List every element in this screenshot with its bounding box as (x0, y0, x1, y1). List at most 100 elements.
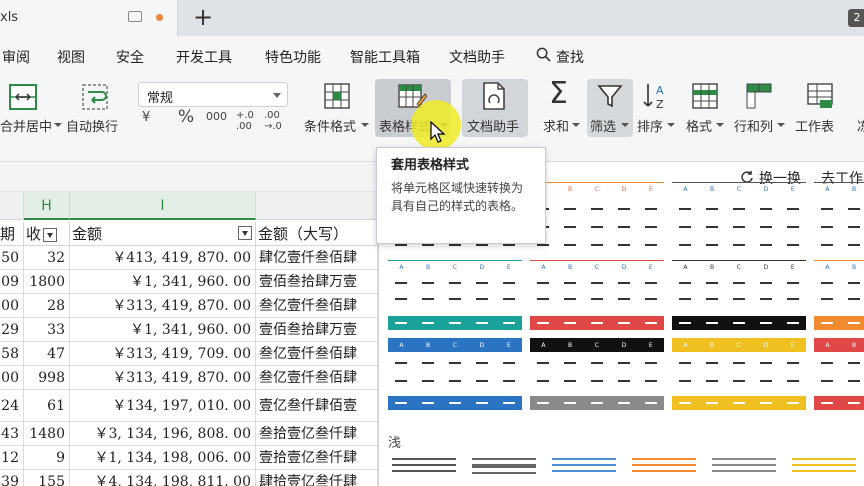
table-style-thumbnail[interactable]: ABCDE (672, 338, 806, 410)
light-style-thumbnail[interactable] (708, 454, 780, 486)
cell-amount[interactable]: ￥1, 341, 960. 00 (70, 318, 256, 342)
cell-date[interactable]: 00 (0, 366, 24, 390)
menu-find[interactable]: 查找 (556, 47, 584, 67)
cell-income[interactable]: 155 (24, 470, 70, 486)
cell-income[interactable]: 33 (24, 318, 70, 342)
filter-dropdown-icon[interactable] (43, 227, 58, 242)
header-cell-amount-words[interactable]: 金额（大写） (256, 222, 378, 246)
cell-amount-words[interactable]: 叁亿壹仟叁佰肆 (256, 366, 378, 390)
table-style-thumbnail[interactable]: ABCDE (530, 260, 664, 332)
cell-amount[interactable]: ￥313, 419, 870. 00 (70, 366, 256, 390)
doc-helper-button[interactable]: 文档助手 (467, 116, 519, 135)
table-style-thumbnail[interactable]: ABCDE (814, 260, 864, 332)
menu-smart-toolbox[interactable]: 智能工具箱 (350, 47, 420, 67)
wrap-text-icon[interactable] (80, 82, 110, 112)
table-style-thumbnail[interactable]: ABCDE (530, 338, 664, 410)
cell-income[interactable]: 1800 (24, 270, 70, 294)
conditional-format-button[interactable]: 条件格式 (304, 116, 356, 135)
cell-amount-words[interactable]: 叁拾壹亿叁仟肆 (256, 422, 378, 446)
monitor-icon[interactable] (128, 11, 142, 22)
menu-developer[interactable]: 开发工具 (176, 47, 232, 67)
filter-icon[interactable] (596, 82, 624, 110)
cell-income[interactable]: 9 (24, 446, 70, 470)
conditional-format-icon[interactable] (323, 82, 351, 110)
currency-format-button[interactable]: ¥ (142, 110, 150, 125)
cell-income[interactable]: 32 (24, 246, 70, 270)
cell-amount-words[interactable]: 壹亿叁仟肆佰壹 (256, 390, 378, 422)
rowcol-dropdown-arrow-icon[interactable] (777, 123, 785, 127)
cell-amount[interactable]: ￥1, 341, 960. 00 (70, 270, 256, 294)
row-column-button[interactable]: 行和列 (734, 116, 773, 135)
header-cell-date[interactable]: 期 (0, 222, 24, 246)
sum-dropdown-arrow-icon[interactable] (572, 123, 580, 127)
merge-center-icon[interactable] (8, 82, 38, 112)
cell-amount-words[interactable]: 壹佰叁拾肆万壹 (256, 318, 378, 342)
filter-dropdown-icon[interactable] (238, 226, 252, 240)
cell-date[interactable]: 24 (0, 390, 24, 422)
sort-dropdown-arrow-icon[interactable] (667, 123, 675, 127)
decrease-decimal-button[interactable]: .00 →.0 (264, 110, 286, 132)
cell-date[interactable]: 43 (0, 422, 24, 446)
table-style-thumbnail[interactable]: ABCDE (530, 182, 664, 254)
sum-button[interactable]: 求和 (543, 116, 569, 135)
cell-amount[interactable]: ￥3, 134, 196, 808. 00 (70, 422, 256, 446)
number-format-select[interactable]: 常规 (138, 82, 288, 107)
cell-amount[interactable]: ￥313, 419, 709. 00 (70, 342, 256, 366)
row-column-icon[interactable] (745, 82, 773, 110)
table-style-thumbnail[interactable]: ABCDE (672, 182, 806, 254)
cell-amount-words[interactable]: 肆拾壹亿叁仟肆 (256, 470, 378, 486)
column-header-g[interactable] (0, 192, 24, 220)
cell-income[interactable]: 998 (24, 366, 70, 390)
table-style-thumbnail[interactable]: ABCDE (672, 260, 806, 332)
cell-date[interactable]: 00 (0, 294, 24, 318)
cell-amount-words[interactable]: 壹拾壹亿叁仟肆 (256, 446, 378, 470)
table-style-thumbnail[interactable]: ABCDE (814, 338, 864, 410)
cell-amount[interactable]: ￥413, 419, 870. 00 (70, 246, 256, 270)
menu-features[interactable]: 特色功能 (265, 47, 321, 67)
sort-button[interactable]: 排序 (637, 116, 663, 135)
light-style-thumbnail[interactable] (788, 454, 860, 486)
format-icon[interactable] (691, 82, 719, 110)
table-style-thumbnail[interactable]: ABCDE (388, 338, 522, 410)
cell-date[interactable]: 09 (0, 270, 24, 294)
increase-decimal-button[interactable]: +.0 .00 (236, 110, 258, 132)
cell-amount[interactable]: ￥313, 419, 870. 00 (70, 294, 256, 318)
menu-security[interactable]: 安全 (116, 47, 144, 67)
chevron-down-icon[interactable] (273, 93, 281, 98)
cell-date[interactable]: 12 (0, 446, 24, 470)
cell-amount-words[interactable]: 叁亿壹仟叁佰肆 (256, 342, 378, 366)
cell-income[interactable]: 28 (24, 294, 70, 318)
light-style-thumbnail[interactable] (628, 454, 700, 486)
column-header-j[interactable] (256, 192, 378, 220)
worksheet-button[interactable]: 工作表 (795, 116, 834, 135)
light-style-thumbnail[interactable] (548, 454, 620, 486)
worksheet-icon[interactable] (806, 82, 834, 110)
cell-date[interactable]: 58 (0, 342, 24, 366)
table-style-thumbnail[interactable]: ABCDE (388, 260, 522, 332)
wrap-text-button[interactable]: 自动换行 (66, 116, 118, 135)
cell-income[interactable]: 61 (24, 390, 70, 422)
filter-button[interactable]: 筛选 (590, 116, 616, 135)
menu-doc-helper[interactable]: 文档助手 (449, 47, 505, 67)
cell-amount-words[interactable]: 壹佰叁拾肆万壹 (256, 270, 378, 294)
column-header-i[interactable]: I (70, 192, 256, 220)
cell-amount[interactable]: ￥134, 197, 010. 00 (70, 390, 256, 422)
cell-income[interactable]: 1480 (24, 422, 70, 446)
column-header-h[interactable]: H (24, 192, 70, 220)
menu-view[interactable]: 视图 (57, 47, 85, 67)
cell-date[interactable]: 29 (0, 318, 24, 342)
format-button[interactable]: 格式 (686, 116, 712, 135)
doc-helper-icon[interactable] (480, 81, 508, 111)
new-tab-button[interactable]: + (193, 3, 213, 31)
cell-income[interactable]: 47 (24, 342, 70, 366)
window-count-badge[interactable]: 2 (848, 9, 864, 27)
sort-icon[interactable]: A Z (641, 81, 671, 111)
freeze-button-partial[interactable]: 冻 (857, 116, 864, 135)
worksheet-grid[interactable]: H I 期 收 金额 金额（大写） 50 32 ￥413, 419, 870. 00… (0, 192, 378, 486)
format-dropdown-arrow-icon[interactable] (716, 123, 724, 127)
search-icon[interactable] (536, 47, 551, 62)
merge-dropdown-arrow-icon[interactable] (54, 123, 62, 127)
cell-date[interactable]: 39 (0, 470, 24, 486)
light-style-thumbnail[interactable] (388, 454, 460, 486)
cell-amount[interactable]: ￥4, 134, 198, 811. 00 (70, 470, 256, 486)
